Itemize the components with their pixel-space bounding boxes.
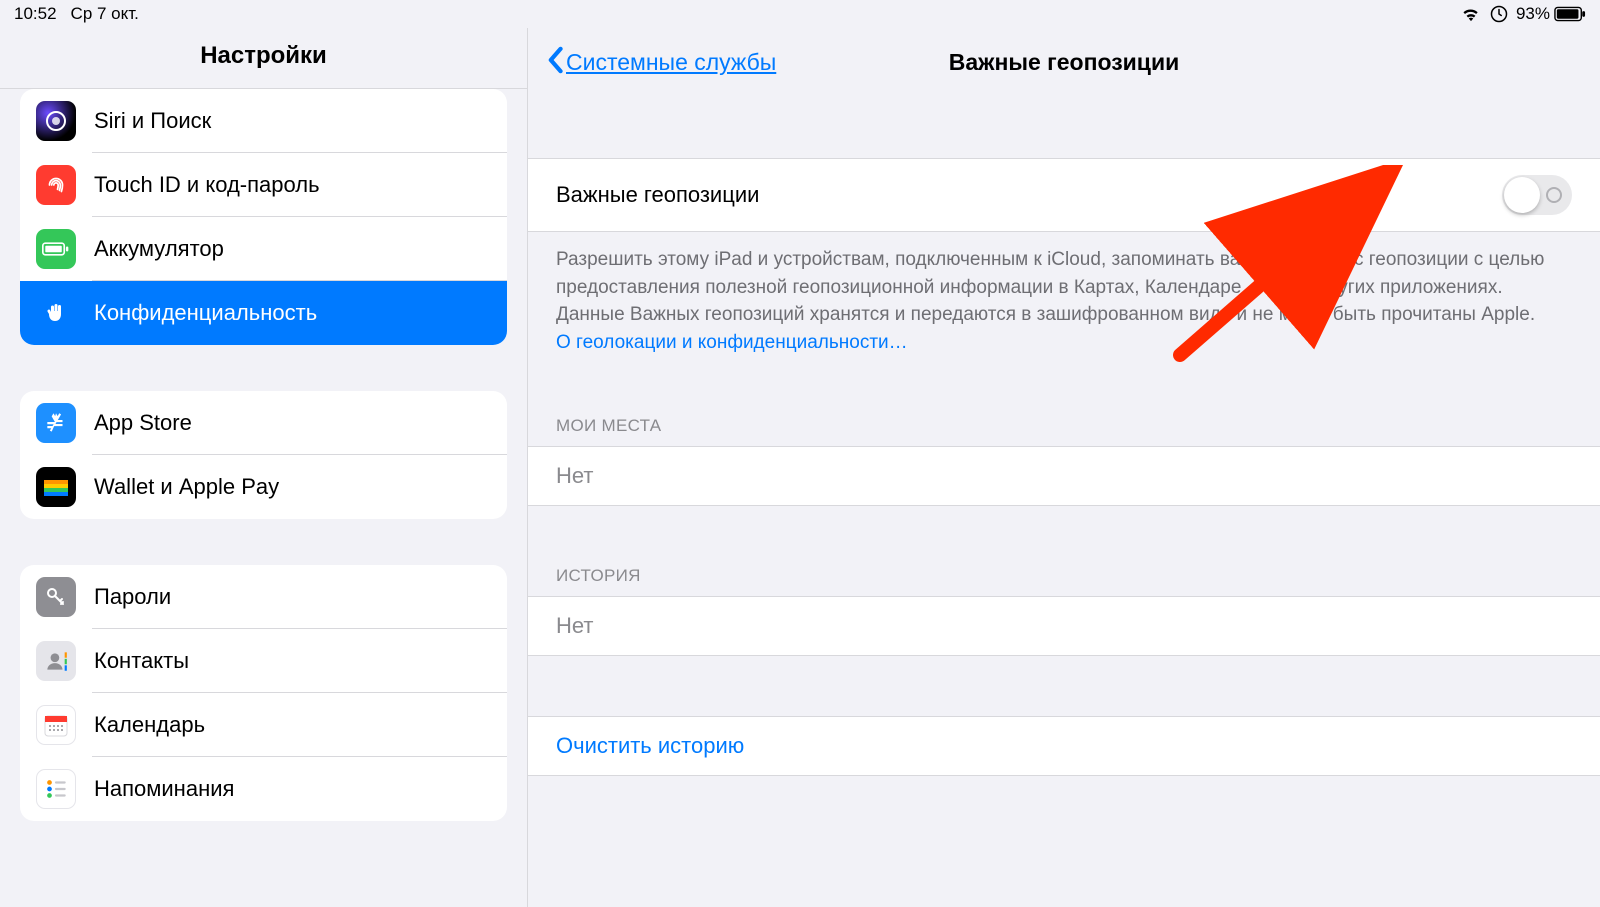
status-date: Ср 7 окт.: [71, 4, 139, 24]
chevron-left-icon: [546, 46, 564, 80]
group-my-places: МОИ МЕСТА Нет: [528, 416, 1600, 506]
sidebar-item-label: Календарь: [94, 712, 205, 738]
clear-history-button[interactable]: Очистить историю: [528, 716, 1600, 776]
status-bar: 10:52 Ср 7 окт. 93%: [0, 0, 1600, 28]
sidebar-item-touchid[interactable]: Touch ID и код-пароль: [20, 153, 507, 217]
sidebar-item-label: Аккумулятор: [94, 236, 224, 262]
siri-icon: [36, 101, 76, 141]
sidebar-item-passwords[interactable]: Пароли: [20, 565, 507, 629]
sidebar-item-label: Напоминания: [94, 776, 234, 802]
sidebar-title: Настройки: [0, 28, 527, 89]
detail-title: Важные геопозиции: [949, 49, 1179, 76]
sidebar-item-label: Touch ID и код-пароль: [94, 172, 320, 198]
sidebar-item-label: Конфиденциальность: [94, 300, 317, 326]
contacts-icon: [36, 641, 76, 681]
hand-icon: [36, 293, 76, 333]
group-history: ИСТОРИЯ Нет: [528, 566, 1600, 656]
sidebar-item-label: App Store: [94, 410, 192, 436]
sidebar-item-privacy[interactable]: Конфиденциальность: [20, 281, 507, 345]
privacy-link[interactable]: О геолокации и конфиденциальности…: [556, 332, 908, 353]
toggle-switch[interactable]: [1502, 175, 1572, 215]
group-clear: Очистить историю: [528, 716, 1600, 776]
sidebar-item-wallet[interactable]: Wallet и Apple Pay: [20, 455, 507, 519]
wallet-icon: [36, 467, 76, 507]
toggle-label: Важные геопозиции: [556, 182, 759, 208]
toggle-off-indicator-icon: [1546, 187, 1562, 203]
sidebar-item-contacts[interactable]: Контакты: [20, 629, 507, 693]
group-footer: Разрешить этому iPad и устройствам, подк…: [528, 232, 1600, 356]
sidebar-item-siri[interactable]: Siri и Поиск: [20, 89, 507, 153]
back-label: Системные службы: [566, 49, 776, 76]
group-main-toggle: Важные геопозиции Разрешить этому iPad и…: [528, 158, 1600, 356]
my-places-value: Нет: [528, 446, 1600, 506]
group-header: МОИ МЕСТА: [528, 416, 1600, 446]
detail-pane: Системные службы Важные геопозиции Важны…: [528, 28, 1600, 907]
footer-description: Разрешить этому iPad и устройствам, подк…: [556, 249, 1544, 325]
sidebar-item-appstore[interactable]: App Store: [20, 391, 507, 455]
toggle-row-significant-locations[interactable]: Важные геопозиции: [528, 158, 1600, 232]
sidebar-item-label: Siri и Поиск: [94, 108, 211, 134]
sidebar-item-calendar[interactable]: Календарь: [20, 693, 507, 757]
history-value: Нет: [528, 596, 1600, 656]
sidebar-group: Пароли Контакты Календарь Напоминания: [20, 565, 507, 821]
detail-nav: Системные службы Важные геопозиции: [528, 28, 1600, 98]
appstore-icon: [36, 403, 76, 443]
sidebar-item-battery[interactable]: Аккумулятор: [20, 217, 507, 281]
back-button[interactable]: Системные службы: [528, 46, 776, 80]
key-icon: [36, 577, 76, 617]
rotation-lock-icon: [1490, 5, 1508, 23]
battery-icon: [1554, 6, 1586, 22]
sidebar-item-label: Контакты: [94, 648, 189, 674]
sidebar-item-reminders[interactable]: Напоминания: [20, 757, 507, 821]
group-header: ИСТОРИЯ: [528, 566, 1600, 596]
fingerprint-icon: [36, 165, 76, 205]
sidebar-item-label: Пароли: [94, 584, 171, 610]
status-time: 10:52: [14, 4, 57, 24]
reminders-icon: [36, 769, 76, 809]
sidebar-item-label: Wallet и Apple Pay: [94, 474, 279, 500]
battery-icon: [36, 229, 76, 269]
wifi-icon: [1460, 6, 1482, 22]
calendar-icon: [36, 705, 76, 745]
battery-percent: 93%: [1516, 4, 1550, 24]
settings-sidebar: Настройки Siri и Поиск Touch ID и код-па…: [0, 28, 528, 907]
sidebar-group: App Store Wallet и Apple Pay: [20, 391, 507, 519]
sidebar-group: Siri и Поиск Touch ID и код-пароль Аккум…: [20, 89, 507, 345]
